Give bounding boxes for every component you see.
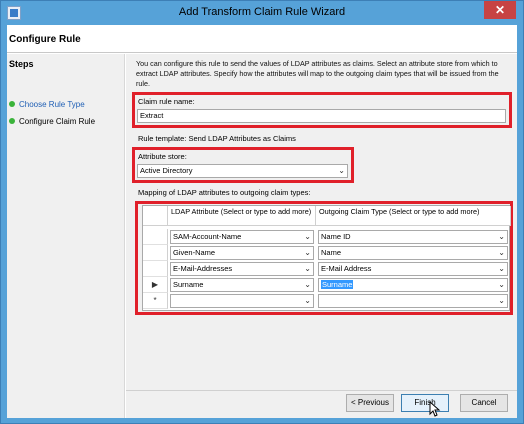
- dialog-client: Configure Rule Steps Choose Rule Type Co…: [7, 25, 517, 418]
- chevron-down-icon: ⌄: [304, 232, 311, 241]
- row-header-current[interactable]: ▶: [143, 277, 168, 293]
- ldap-attribute-select[interactable]: E-Mail-Addresses ⌄: [170, 262, 314, 276]
- chevron-down-icon: ⌄: [304, 248, 311, 257]
- cell-value: E-Mail Address: [321, 264, 372, 273]
- claim-type-select[interactable]: Name ID ⌄: [318, 230, 508, 244]
- steps-panel: Steps Choose Rule Type Configure Claim R…: [7, 54, 125, 418]
- step-configure-claim-rule: Configure Claim Rule: [9, 116, 95, 128]
- chevron-down-icon: ⌄: [498, 248, 505, 257]
- row-header[interactable]: [143, 261, 168, 277]
- column-header-ldap: LDAP Attribute (Select or type to add mo…: [168, 206, 316, 226]
- claim-type-select[interactable]: Surname ⌄: [318, 278, 508, 292]
- cell-value: Name: [321, 248, 342, 257]
- cancel-button[interactable]: Cancel: [460, 394, 508, 412]
- highlight-box-attribute-store: [132, 147, 354, 183]
- chevron-down-icon: ⌄: [498, 232, 505, 241]
- cell-value: SAM-Account-Name: [173, 232, 242, 241]
- claim-type-select[interactable]: ⌄: [318, 294, 508, 308]
- ldap-attribute-select[interactable]: Given-Name ⌄: [170, 246, 314, 260]
- cell-value: E-Mail-Addresses: [173, 264, 233, 273]
- cell-value: Surname: [173, 280, 204, 289]
- step-label: Choose Rule Type: [19, 100, 85, 109]
- chevron-down-icon: ⌄: [498, 280, 505, 289]
- claim-type-select[interactable]: Name ⌄: [318, 246, 508, 260]
- page-header: Configure Rule: [7, 25, 517, 53]
- chevron-down-icon: ⌄: [304, 280, 311, 289]
- chevron-down-icon: ⌄: [304, 264, 311, 273]
- previous-button[interactable]: < Previous: [346, 394, 394, 412]
- grid-corner: [143, 206, 168, 226]
- claim-type-select[interactable]: E-Mail Address ⌄: [318, 262, 508, 276]
- ldap-attribute-select[interactable]: Surname ⌄: [170, 278, 314, 292]
- step-label: Configure Claim Rule: [19, 117, 96, 126]
- chevron-down-icon: ⌄: [498, 264, 505, 273]
- row-header[interactable]: [143, 229, 168, 245]
- title-bar: Add Transform Claim Rule Wizard ✕: [1, 1, 523, 25]
- row-header-new[interactable]: *: [143, 293, 168, 309]
- wizard-window: Add Transform Claim Rule Wizard ✕ Config…: [0, 0, 524, 424]
- ldap-attribute-select[interactable]: ⌄: [170, 294, 314, 308]
- cell-value-selected: Surname: [321, 280, 354, 289]
- window-title: Add Transform Claim Rule Wizard: [178, 6, 346, 18]
- mouse-cursor-icon: [429, 401, 441, 417]
- cell-value: Name ID: [321, 232, 351, 241]
- cell-value: Given-Name: [173, 248, 216, 257]
- rule-description: You can configure this rule to send the …: [136, 59, 499, 88]
- column-header-claim-type: Outgoing Claim Type (Select or type to a…: [316, 206, 511, 226]
- chevron-down-icon: ⌄: [498, 296, 505, 305]
- step-complete-icon: [9, 100, 15, 107]
- highlight-box-rule-name: [132, 92, 512, 128]
- chevron-down-icon: ⌄: [304, 296, 311, 305]
- mapping-label: Mapping of LDAP attributes to outgoing c…: [138, 188, 311, 197]
- page-title: Configure Rule: [9, 34, 81, 45]
- finish-button[interactable]: Finish: [401, 394, 449, 412]
- rule-template-text: Rule template: Send LDAP Attributes as C…: [138, 134, 296, 143]
- step-current-icon: [9, 117, 15, 124]
- main-panel: You can configure this rule to send the …: [126, 54, 517, 418]
- button-separator: [126, 390, 517, 391]
- mapping-grid: LDAP Attribute (Select or type to add mo…: [142, 205, 511, 311]
- steps-heading: Steps: [9, 59, 34, 69]
- close-button[interactable]: ✕: [484, 1, 516, 19]
- row-header[interactable]: [143, 245, 168, 261]
- step-choose-rule-type[interactable]: Choose Rule Type: [9, 99, 85, 111]
- ldap-attribute-select[interactable]: SAM-Account-Name ⌄: [170, 230, 314, 244]
